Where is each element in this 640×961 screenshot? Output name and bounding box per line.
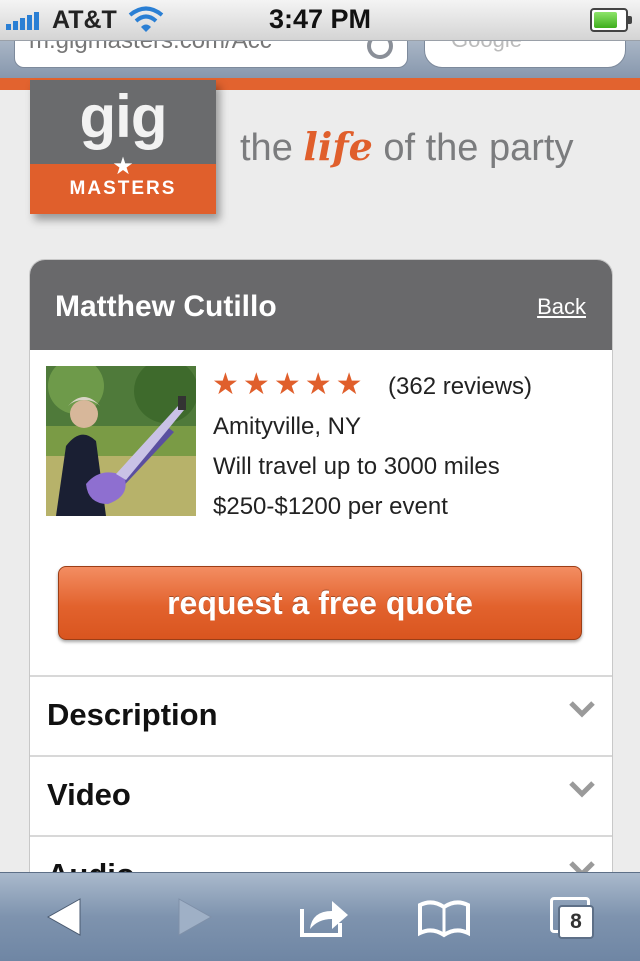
bookmarks-icon[interactable]: [414, 895, 474, 939]
logo-star-icon: ★: [112, 153, 134, 180]
price-range: $250-$1200 per event: [213, 493, 448, 520]
request-quote-button[interactable]: request a free quote: [58, 566, 582, 640]
tagline-pre: the: [240, 127, 304, 169]
status-bar: AT&T 3:47 PM: [0, 0, 640, 41]
logo-gig-text: gig: [79, 83, 168, 150]
tabs-button[interactable]: 8: [546, 895, 594, 939]
star-icon: ★: [304, 368, 332, 401]
profile-card: Matthew Cutillo Back ★ ★ ★ ★ ★ (362 reviews)…: [29, 259, 613, 961]
battery-icon: [590, 8, 632, 32]
tagline-life: life: [303, 124, 373, 169]
tab-count: 8: [558, 905, 594, 939]
gigmasters-logo[interactable]: gig ★ MASTERS: [30, 80, 216, 214]
back-arrow-icon[interactable]: [40, 895, 100, 939]
browser-address-bar: m.gigmasters.com/Acc Google: [0, 32, 640, 78]
chevron-down-icon: [569, 781, 595, 798]
location: Amityville, NY: [213, 413, 362, 440]
section-label: Video: [47, 777, 131, 812]
card-header: Matthew Cutillo Back: [30, 260, 612, 350]
section-label: Description: [47, 697, 218, 732]
share-icon[interactable]: [294, 895, 354, 939]
section-video[interactable]: Video: [30, 755, 612, 837]
section-description[interactable]: Description: [30, 675, 612, 757]
tagline: the life of the party: [240, 124, 573, 170]
forward-arrow-icon[interactable]: [165, 895, 225, 939]
star-icon: ★: [335, 368, 363, 401]
back-link[interactable]: Back: [537, 294, 586, 320]
tagline-post: of the party: [372, 127, 574, 169]
review-count[interactable]: (362 reviews): [388, 373, 532, 401]
performer-photo[interactable]: [46, 366, 196, 516]
travel-distance: Will travel up to 3000 miles: [213, 453, 500, 480]
rating-stars: ★ ★ ★ ★ ★: [212, 370, 363, 400]
battery-level: [594, 12, 618, 28]
status-time: 3:47 PM: [268, 4, 372, 34]
browser-toolbar: 8: [0, 872, 640, 961]
performer-name: Matthew Cutillo: [55, 290, 277, 323]
star-icon: ★: [212, 368, 239, 401]
chevron-down-icon: [569, 701, 595, 718]
logo-masters-text: MASTERS: [69, 178, 177, 199]
star-icon: ★: [273, 368, 301, 401]
star-icon: ★: [242, 368, 270, 401]
